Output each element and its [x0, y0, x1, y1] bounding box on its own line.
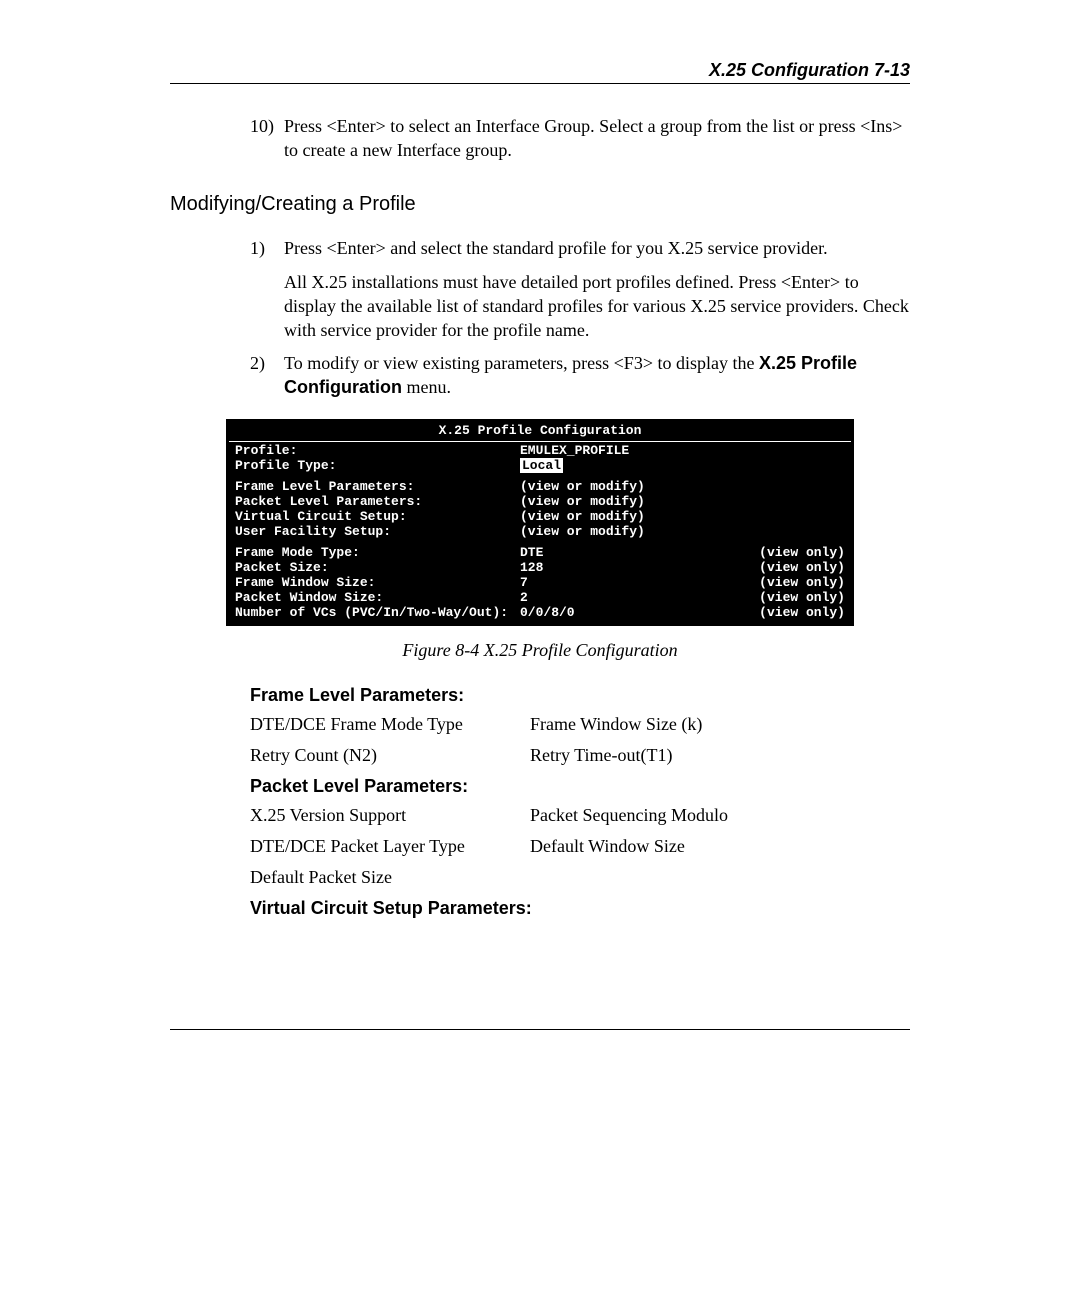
section-heading: Modifying/Creating a Profile: [170, 193, 910, 216]
terminal-row: Virtual Circuit Setup: (view or modify): [235, 510, 845, 525]
terminal-value: 0/0/8/0: [520, 606, 690, 621]
terminal-screenshot: X.25 Profile Configuration Profile: EMUL…: [226, 419, 854, 625]
header-title: X.25 Configuration 7-13: [709, 60, 910, 80]
terminal-label: Number of VCs (PVC/In/Two-Way/Out):: [235, 606, 520, 621]
step1-p2: All X.25 installations must have detaile…: [284, 270, 910, 343]
param-right: [530, 867, 910, 888]
param-row: DTE/DCE Frame Mode Type Frame Window Siz…: [250, 714, 910, 735]
figure-caption: Figure 8-4 X.25 Profile Configuration: [170, 640, 910, 661]
param-row: DTE/DCE Packet Layer Type Default Window…: [250, 836, 910, 857]
terminal-title: X.25 Profile Configuration: [229, 424, 851, 442]
terminal-value: (view or modify): [520, 525, 690, 540]
terminal-row: Frame Window Size: 7 (view only): [235, 576, 845, 591]
terminal-note: (view only): [690, 561, 845, 576]
terminal-value: 7: [520, 576, 690, 591]
page: X.25 Configuration 7-13 10) Press <Enter…: [0, 0, 1080, 1090]
page-header: X.25 Configuration 7-13: [170, 60, 910, 84]
terminal-row: Profile: EMULEX_PROFILE: [235, 444, 845, 459]
step2-pre: To modify or view existing parameters, p…: [284, 353, 759, 373]
frame-level-head: Frame Level Parameters:: [250, 685, 910, 706]
terminal-value: 128: [520, 561, 690, 576]
terminal-label: Profile Type:: [235, 459, 520, 474]
terminal-note: (view only): [690, 606, 845, 621]
step-number: 10): [250, 114, 284, 163]
step-10: 10) Press <Enter> to select an Interface…: [250, 114, 910, 163]
step-2: 2) To modify or view existing parameters…: [250, 351, 910, 400]
terminal-label: Packet Window Size:: [235, 591, 520, 606]
terminal-value: (view or modify): [520, 495, 690, 510]
terminal-note: (view only): [690, 591, 845, 606]
terminal-label: User Facility Setup:: [235, 525, 520, 540]
param-right: Packet Sequencing Modulo: [530, 805, 910, 826]
terminal-note: [690, 459, 845, 474]
terminal-value: 2: [520, 591, 690, 606]
terminal-row: Number of VCs (PVC/In/Two-Way/Out): 0/0/…: [235, 606, 845, 621]
param-right: Retry Time-out(T1): [530, 745, 910, 766]
packet-level-head: Packet Level Parameters:: [250, 776, 910, 797]
terminal-value: EMULEX_PROFILE: [520, 444, 690, 459]
param-left: DTE/DCE Packet Layer Type: [250, 836, 530, 857]
terminal-value: (view or modify): [520, 510, 690, 525]
terminal-note: (view only): [690, 576, 845, 591]
param-right: Frame Window Size (k): [530, 714, 910, 735]
terminal-row: Packet Level Parameters: (view or modify…: [235, 495, 845, 510]
step-body: Press <Enter> and select the standard pr…: [284, 236, 910, 343]
terminal-label: Frame Mode Type:: [235, 546, 520, 561]
terminal-row: Packet Window Size: 2 (view only): [235, 591, 845, 606]
terminal-value: Local: [520, 459, 690, 474]
step-body: To modify or view existing parameters, p…: [284, 351, 910, 400]
step-number: 2): [250, 351, 284, 400]
param-right: Default Window Size: [530, 836, 910, 857]
param-row: X.25 Version Support Packet Sequencing M…: [250, 805, 910, 826]
parameters-section: Frame Level Parameters: DTE/DCE Frame Mo…: [250, 685, 910, 919]
terminal-label: Packet Level Parameters:: [235, 495, 520, 510]
terminal-note: [690, 444, 845, 459]
terminal-label: Virtual Circuit Setup:: [235, 510, 520, 525]
terminal-row: Frame Level Parameters: (view or modify): [235, 480, 845, 495]
param-left: X.25 Version Support: [250, 805, 530, 826]
param-left: DTE/DCE Frame Mode Type: [250, 714, 530, 735]
terminal-label: Profile:: [235, 444, 520, 459]
terminal-label: Frame Window Size:: [235, 576, 520, 591]
step-number: 1): [250, 236, 284, 343]
terminal-inverse-value: Local: [520, 458, 563, 473]
step-1: 1) Press <Enter> and select the standard…: [250, 236, 910, 343]
param-left: Retry Count (N2): [250, 745, 530, 766]
terminal-note: (view only): [690, 546, 845, 561]
terminal-row: Packet Size: 128 (view only): [235, 561, 845, 576]
footer-rule: [170, 1029, 910, 1030]
terminal-value: (view or modify): [520, 480, 690, 495]
param-row: Default Packet Size: [250, 867, 910, 888]
vc-setup-head: Virtual Circuit Setup Parameters:: [250, 898, 910, 919]
param-row: Retry Count (N2) Retry Time-out(T1): [250, 745, 910, 766]
terminal-row: Profile Type: Local: [235, 459, 845, 474]
step1-p1: Press <Enter> and select the standard pr…: [284, 236, 910, 260]
terminal-label: Frame Level Parameters:: [235, 480, 520, 495]
terminal-row: Frame Mode Type: DTE (view only): [235, 546, 845, 561]
terminal-row: User Facility Setup: (view or modify): [235, 525, 845, 540]
step-body: Press <Enter> to select an Interface Gro…: [284, 114, 910, 163]
terminal-value: DTE: [520, 546, 690, 561]
step2-post: menu.: [402, 377, 451, 397]
terminal-body: Profile: EMULEX_PROFILE Profile Type: Lo…: [229, 444, 851, 620]
param-left: Default Packet Size: [250, 867, 530, 888]
terminal-label: Packet Size:: [235, 561, 520, 576]
